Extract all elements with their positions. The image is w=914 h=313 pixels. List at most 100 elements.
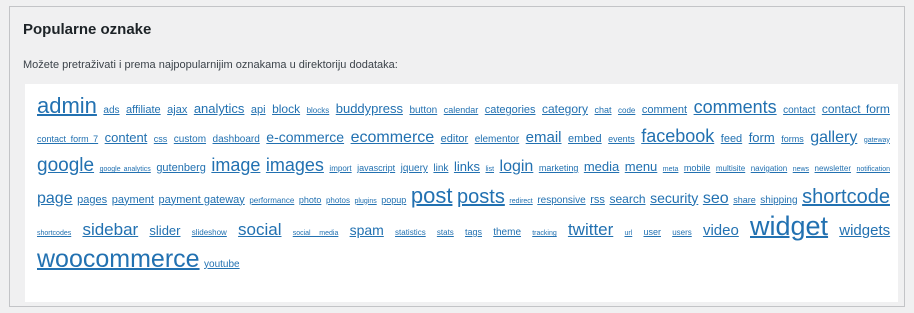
tag-link-admin[interactable]: admin xyxy=(37,93,97,118)
tag-link-api[interactable]: api xyxy=(251,104,266,116)
tag-link-link[interactable]: link xyxy=(433,163,448,174)
tag-link-seo[interactable]: seo xyxy=(703,190,729,207)
tag-link-blocks[interactable]: blocks xyxy=(307,106,330,115)
tag-link-embed[interactable]: embed xyxy=(568,133,602,145)
tag-link-contact[interactable]: contact xyxy=(783,105,815,116)
tag-link-content[interactable]: content xyxy=(105,130,148,145)
tag-link-google-analytics[interactable]: google analytics xyxy=(100,166,151,173)
tag-link-css[interactable]: css xyxy=(154,134,168,144)
tag-link-share[interactable]: share xyxy=(733,195,756,205)
tag-link-widgets[interactable]: widgets xyxy=(839,222,890,239)
tag-link-theme[interactable]: theme xyxy=(493,227,521,238)
tag-link-buddypress[interactable]: buddypress xyxy=(336,101,403,116)
tag-link-payment-gateway[interactable]: payment gateway xyxy=(158,194,244,206)
tag-link-e-commerce[interactable]: e-commerce xyxy=(266,129,344,145)
tag-link-analytics[interactable]: analytics xyxy=(194,101,245,116)
tag-link-categories[interactable]: categories xyxy=(485,104,536,116)
tag-link-social-media[interactable]: social media xyxy=(293,230,339,237)
tag-link-form[interactable]: form xyxy=(749,130,775,145)
tag-link-photo[interactable]: photo xyxy=(299,195,322,205)
tag-link-navigation[interactable]: navigation xyxy=(751,164,787,173)
tag-link-forms[interactable]: forms xyxy=(781,134,804,144)
tag-link-facebook[interactable]: facebook xyxy=(641,126,714,146)
tag-link-ecommerce[interactable]: ecommerce xyxy=(351,129,435,146)
tag-link-mobile[interactable]: mobile xyxy=(684,163,711,173)
tag-link-video[interactable]: video xyxy=(703,222,739,239)
tag-link-social[interactable]: social xyxy=(238,220,281,239)
tag-link-gateway[interactable]: gateway xyxy=(864,137,890,144)
tag-link-comments[interactable]: comments xyxy=(694,97,777,117)
tag-link-plugins[interactable]: plugins xyxy=(355,198,377,205)
tag-link-image[interactable]: image xyxy=(211,155,260,175)
tag-link-elementor[interactable]: elementor xyxy=(475,134,519,145)
tag-link-redirect[interactable]: redirect xyxy=(509,198,532,205)
tag-link-tags[interactable]: tags xyxy=(465,227,482,237)
tag-link-links[interactable]: links xyxy=(454,159,480,174)
tag-link-google[interactable]: google xyxy=(37,155,94,176)
tag-link-url[interactable]: url xyxy=(624,230,632,237)
tag-link-ads[interactable]: ads xyxy=(103,105,119,116)
tag-link-feed[interactable]: feed xyxy=(721,133,742,145)
tag-link-javascript[interactable]: javascript xyxy=(357,163,395,173)
tag-link-rss[interactable]: rss xyxy=(590,194,605,206)
tag-link-login[interactable]: login xyxy=(500,158,534,175)
tag-link-menu[interactable]: menu xyxy=(625,159,658,174)
tag-link-page[interactable]: page xyxy=(37,190,73,207)
tag-link-news[interactable]: news xyxy=(793,166,809,173)
tag-link-sidebar[interactable]: sidebar xyxy=(82,220,138,239)
tag-link-contact-form[interactable]: contact form xyxy=(822,102,890,116)
tag-link-ajax[interactable]: ajax xyxy=(167,104,187,116)
tag-link-security[interactable]: security xyxy=(650,190,698,206)
tag-link-pages[interactable]: pages xyxy=(77,194,107,206)
tag-link-contact-form-7[interactable]: contact form 7 xyxy=(37,134,98,144)
tag-link-shipping[interactable]: shipping xyxy=(760,195,797,206)
tag-link-code[interactable]: code xyxy=(618,106,635,115)
tag-link-shortcode[interactable]: shortcode xyxy=(802,186,890,208)
tag-link-meta[interactable]: meta xyxy=(663,166,679,173)
tag-link-multisite[interactable]: multisite xyxy=(716,164,745,173)
tag-link-gutenberg[interactable]: gutenberg xyxy=(156,162,206,174)
tag-link-block[interactable]: block xyxy=(272,102,300,116)
tag-link-woocommerce[interactable]: woocommerce xyxy=(37,245,200,273)
tag-link-spam[interactable]: spam xyxy=(350,222,384,238)
tag-link-media[interactable]: media xyxy=(584,159,619,174)
tag-link-slider[interactable]: slider xyxy=(149,223,180,238)
tag-link-calendar[interactable]: calendar xyxy=(444,105,479,115)
tag-link-slideshow[interactable]: slideshow xyxy=(192,228,227,237)
tag-link-shortcodes[interactable]: shortcodes xyxy=(37,230,71,237)
tag-link-dashboard[interactable]: dashboard xyxy=(213,134,260,145)
tag-link-newsletter[interactable]: newsletter xyxy=(815,164,851,173)
tag-link-posts[interactable]: posts xyxy=(457,186,505,208)
tag-link-stats[interactable]: stats xyxy=(437,228,454,237)
tag-link-widget[interactable]: widget xyxy=(750,211,828,241)
tag-link-user[interactable]: user xyxy=(643,227,661,237)
tag-link-users[interactable]: users xyxy=(672,228,692,237)
tag-link-chat[interactable]: chat xyxy=(595,105,612,115)
tag-link-photos[interactable]: photos xyxy=(326,196,350,205)
tag-link-comment[interactable]: comment xyxy=(642,104,687,116)
tag-link-youtube[interactable]: youtube xyxy=(204,259,240,270)
tag-link-events[interactable]: events xyxy=(608,134,635,144)
tag-link-responsive[interactable]: responsive xyxy=(537,195,585,206)
tag-link-popup[interactable]: popup xyxy=(381,195,406,205)
tag-link-performance[interactable]: performance xyxy=(249,196,294,205)
tag-link-post[interactable]: post xyxy=(411,183,453,208)
tag-link-images[interactable]: images xyxy=(266,155,324,175)
tag-link-import[interactable]: import xyxy=(329,164,351,173)
tag-link-custom[interactable]: custom xyxy=(174,134,206,145)
tag-link-twitter[interactable]: twitter xyxy=(568,220,613,239)
tag-link-jquery[interactable]: jquery xyxy=(401,163,428,174)
tag-link-notification[interactable]: notification xyxy=(857,166,890,173)
tag-link-search[interactable]: search xyxy=(609,192,645,206)
tag-link-button[interactable]: button xyxy=(409,105,437,116)
tag-link-email[interactable]: email xyxy=(526,129,562,146)
tag-link-payment[interactable]: payment xyxy=(112,194,154,206)
tag-link-tracking[interactable]: tracking xyxy=(532,230,557,237)
tag-link-editor[interactable]: editor xyxy=(441,133,469,145)
tag-link-marketing[interactable]: marketing xyxy=(539,163,579,173)
tag-link-gallery[interactable]: gallery xyxy=(810,129,857,146)
tag-link-affiliate[interactable]: affiliate xyxy=(126,104,161,116)
tag-link-statistics[interactable]: statistics xyxy=(395,228,426,237)
tag-link-list[interactable]: list xyxy=(485,166,494,173)
tag-link-category[interactable]: category xyxy=(542,102,588,116)
